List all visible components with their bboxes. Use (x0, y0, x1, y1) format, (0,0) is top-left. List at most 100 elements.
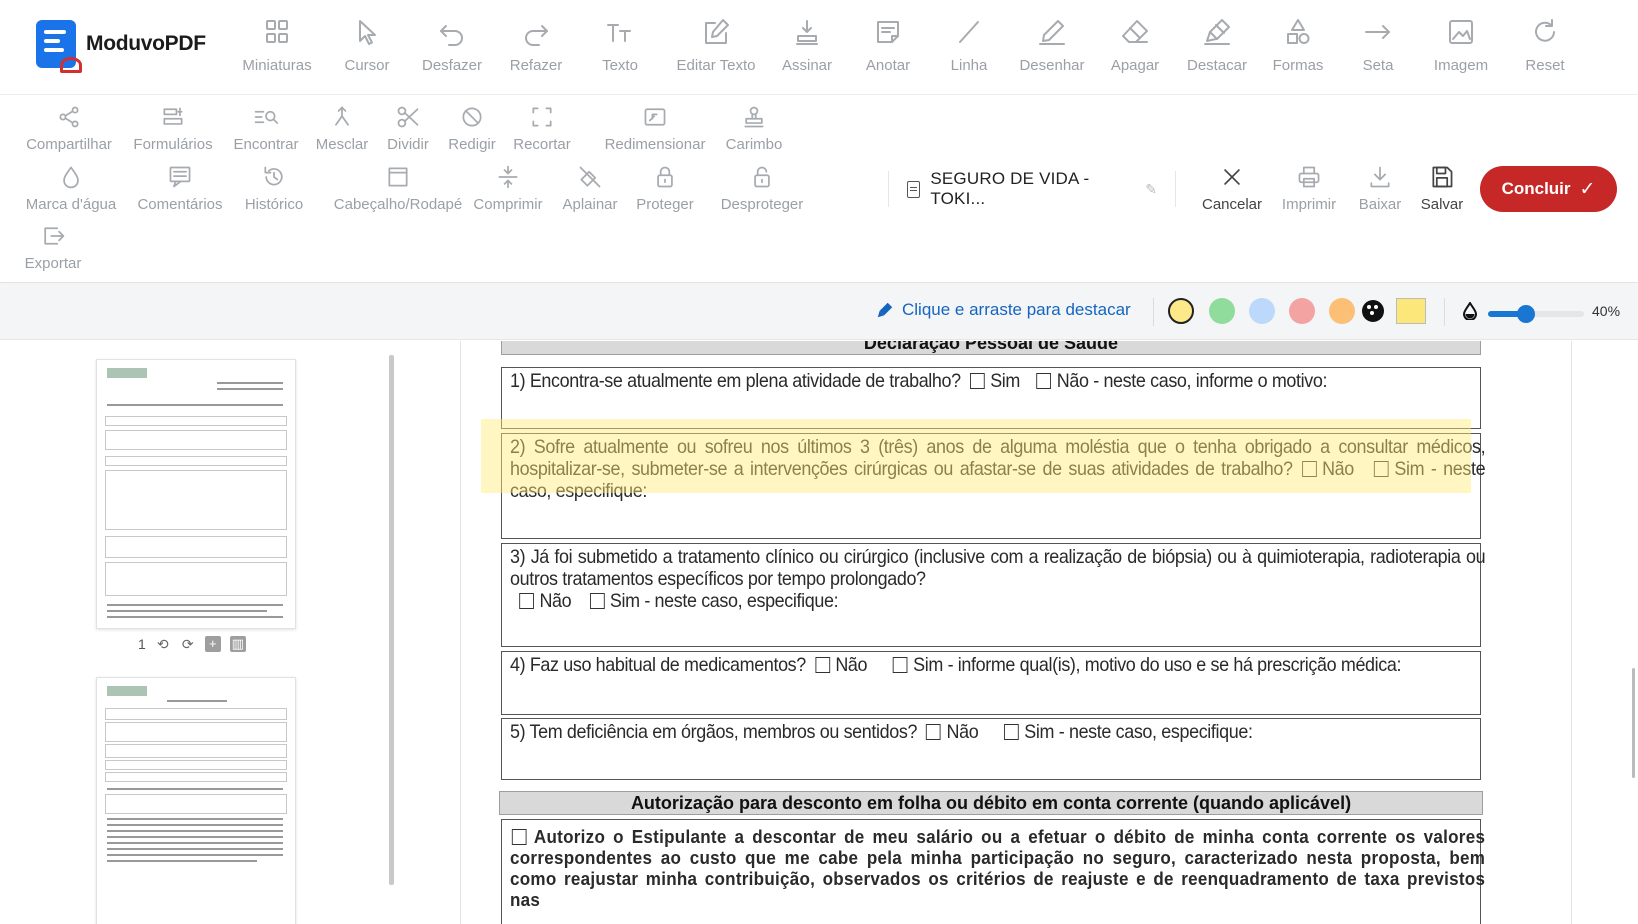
main-toolbar: ModuvoPDF Miniaturas Cursor Desfazer Ref… (0, 0, 1638, 283)
section-title: Declaração Pessoal de Saúde (501, 341, 1481, 355)
eraser-icon (1122, 20, 1148, 43)
tool-cursor[interactable]: Cursor (322, 17, 412, 74)
redo-icon (525, 25, 548, 46)
pen-icon (1039, 20, 1065, 45)
tool-refazer[interactable]: Refazer (491, 17, 581, 74)
question-3: 3) Já foi submetido a tratamento clínico… (501, 543, 1486, 647)
arrow-icon (1365, 25, 1390, 39)
tool-carimbo[interactable]: Carimbo (709, 104, 799, 153)
highlight-hint[interactable]: Clique e arraste para destacar (876, 300, 1131, 320)
opacity-slider[interactable] (1488, 305, 1584, 323)
add-page-icon[interactable]: + (204, 636, 221, 652)
tool-imagem[interactable]: Imagem (1416, 17, 1506, 74)
checkbox-q4-nao[interactable] (815, 657, 830, 673)
tool-recortar[interactable]: Recortar (497, 104, 587, 153)
color-swatch-green[interactable] (1209, 298, 1235, 324)
lock-icon (657, 166, 673, 188)
document-name-field[interactable]: SEGURO DE VIDA - TOKI... ✎ (888, 169, 1176, 208)
tool-apagar[interactable]: Apagar (1090, 17, 1180, 74)
undo-icon (440, 25, 463, 46)
tool-comentarios[interactable]: Comentários (135, 164, 225, 213)
download-icon (1370, 166, 1390, 188)
tool-compartilhar[interactable]: Compartilhar (24, 104, 114, 153)
comment-icon (169, 166, 191, 188)
rotate-left-icon[interactable]: ⟲ (155, 636, 171, 652)
checkbox-authorize[interactable] (511, 829, 527, 845)
highlighter-icon (1204, 19, 1230, 45)
tool-destacar[interactable]: Destacar (1172, 17, 1262, 74)
toolbar-divider (0, 94, 1638, 95)
history-icon (264, 166, 283, 186)
pdf-page: Declaração Pessoal de Saúde 1) Encontra-… (460, 341, 1572, 924)
header-footer-icon (388, 167, 408, 187)
color-swatch-blue[interactable] (1249, 298, 1275, 324)
text-highlight[interactable] (481, 419, 1471, 493)
opacity-slider-knob[interactable] (1517, 305, 1536, 323)
checkbox-q1-nao[interactable] (1036, 373, 1052, 389)
tool-seta[interactable]: Seta (1333, 17, 1423, 74)
color-swatch-yellow[interactable] (1168, 298, 1194, 324)
thumbnail-controls: 1 ⟲ ⟳ + ▥ (138, 636, 246, 652)
page-thumbnail-2[interactable] (96, 677, 296, 924)
tool-formularios[interactable]: Formulários (128, 104, 218, 153)
tool-miniaturas[interactable]: Miniaturas (232, 17, 322, 74)
checkbox-q3-nao[interactable] (519, 593, 534, 609)
grid-icon (266, 20, 288, 43)
tool-proteger[interactable]: Proteger (620, 164, 710, 213)
viewer-scrollbar[interactable] (1632, 668, 1635, 778)
color-swatch-orange[interactable] (1329, 298, 1355, 324)
tool-cabecalho-rodape[interactable]: Cabeçalho/Rodapé (334, 164, 462, 213)
rotate-right-icon[interactable]: ⟳ (180, 636, 196, 652)
find-icon (254, 110, 279, 124)
opacity-drop-icon (1462, 302, 1478, 320)
line-icon (959, 21, 979, 43)
tool-redimensionar[interactable]: Redimensionar (605, 104, 705, 153)
tool-exportar[interactable]: Exportar (8, 223, 98, 272)
tool-desenhar[interactable]: Desenhar (1007, 17, 1097, 74)
rename-pencil-icon[interactable]: ✎ (1145, 181, 1157, 198)
merge-icon (335, 106, 349, 126)
checkbox-q5-nao[interactable] (926, 724, 941, 740)
stamp-icon (744, 106, 764, 128)
authorization-box: Autorizo o Estipulante a descontar de me… (501, 819, 1485, 924)
question-4: 4) Faz uso habitual de medicamentos? Não S… (501, 651, 1481, 715)
shapes-icon (1287, 19, 1310, 44)
color-swatch-red[interactable] (1289, 298, 1315, 324)
share-icon (59, 106, 79, 128)
text-icon (607, 24, 631, 42)
page-thumbnail-1[interactable] (96, 359, 296, 629)
tool-comprimir[interactable]: Comprimir (463, 164, 553, 213)
tool-assinar[interactable]: Assinar (762, 17, 852, 74)
tool-formas[interactable]: Formas (1253, 17, 1343, 74)
tool-historico[interactable]: Histórico (229, 164, 319, 213)
conclude-button[interactable]: Concluir ✓ (1480, 166, 1617, 212)
checkbox-q4-sim[interactable] (892, 657, 908, 673)
checkbox-q5-sim[interactable] (1004, 724, 1019, 740)
resize-icon (644, 108, 666, 126)
delete-page-icon[interactable]: ▥ (229, 636, 246, 652)
palette-icon[interactable] (1362, 300, 1384, 322)
crop-icon (532, 107, 552, 127)
tool-anotar[interactable]: Anotar (843, 17, 933, 74)
cursor-icon (359, 20, 376, 45)
checkbox-q3-sim[interactable] (589, 593, 605, 609)
document-name: SEGURO DE VIDA - TOKI... (930, 169, 1090, 208)
tool-texto[interactable]: Texto (575, 17, 665, 74)
custom-color-picker[interactable] (1396, 298, 1426, 324)
checkbox-q1-sim[interactable] (969, 373, 985, 389)
tool-reset[interactable]: Reset (1500, 17, 1590, 74)
tool-editar-texto[interactable]: Editar Texto (671, 17, 761, 74)
tool-marca-dagua[interactable]: Marca d'água (26, 164, 116, 213)
tool-desfazer[interactable]: Desfazer (407, 17, 497, 74)
compress-icon (498, 165, 518, 189)
divider (1153, 298, 1154, 326)
form-icon (163, 107, 183, 125)
app-name: ModuvoPDF (86, 32, 206, 55)
tool-desproteger[interactable]: Desproteger (717, 164, 807, 213)
sidebar-scrollbar[interactable] (389, 355, 394, 885)
save-button[interactable]: Salvar (1397, 164, 1487, 213)
redact-icon (462, 107, 482, 127)
stamp-sign-icon (796, 20, 818, 45)
note-icon (877, 21, 899, 43)
tool-linha[interactable]: Linha (924, 17, 1014, 74)
